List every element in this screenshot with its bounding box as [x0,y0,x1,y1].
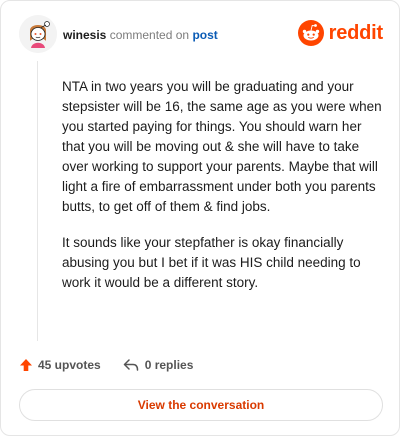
comment-body: NTA in two years you will be graduating … [62,77,382,309]
reddit-logo-icon [297,20,324,46]
comment-actions: 45 upvotes 0 replies [19,355,381,375]
comment-paragraph: It sounds like your stepfather is okay f… [62,235,361,290]
comment-meta: winesis commented on post [63,27,218,43]
view-conversation-button[interactable]: View the conversation [19,389,383,421]
thread-line [37,61,38,341]
commented-on-label: commented on [109,28,190,42]
comment-header: winesis commented on post reddit [19,15,383,55]
reddit-wordmark: reddit [328,21,384,44]
reddit-brand[interactable]: reddit [297,19,384,47]
upvote-arrow-icon [20,359,32,371]
comment-card: winesis commented on post reddit NTA in … [0,0,400,436]
username-link[interactable]: winesis [63,28,106,42]
reply-arrow-icon [123,359,138,371]
replies-button[interactable]: 0 replies [123,358,194,372]
snoo-avatar-icon [19,15,57,53]
upvote-count: 45 upvotes [38,358,101,372]
comment-paragraph: NTA in two years you will be graduating … [62,79,382,214]
reply-count: 0 replies [144,358,194,372]
post-link[interactable]: post [192,28,217,42]
user-avatar[interactable] [19,15,57,53]
upvote-button[interactable]: 45 upvotes [19,358,101,372]
